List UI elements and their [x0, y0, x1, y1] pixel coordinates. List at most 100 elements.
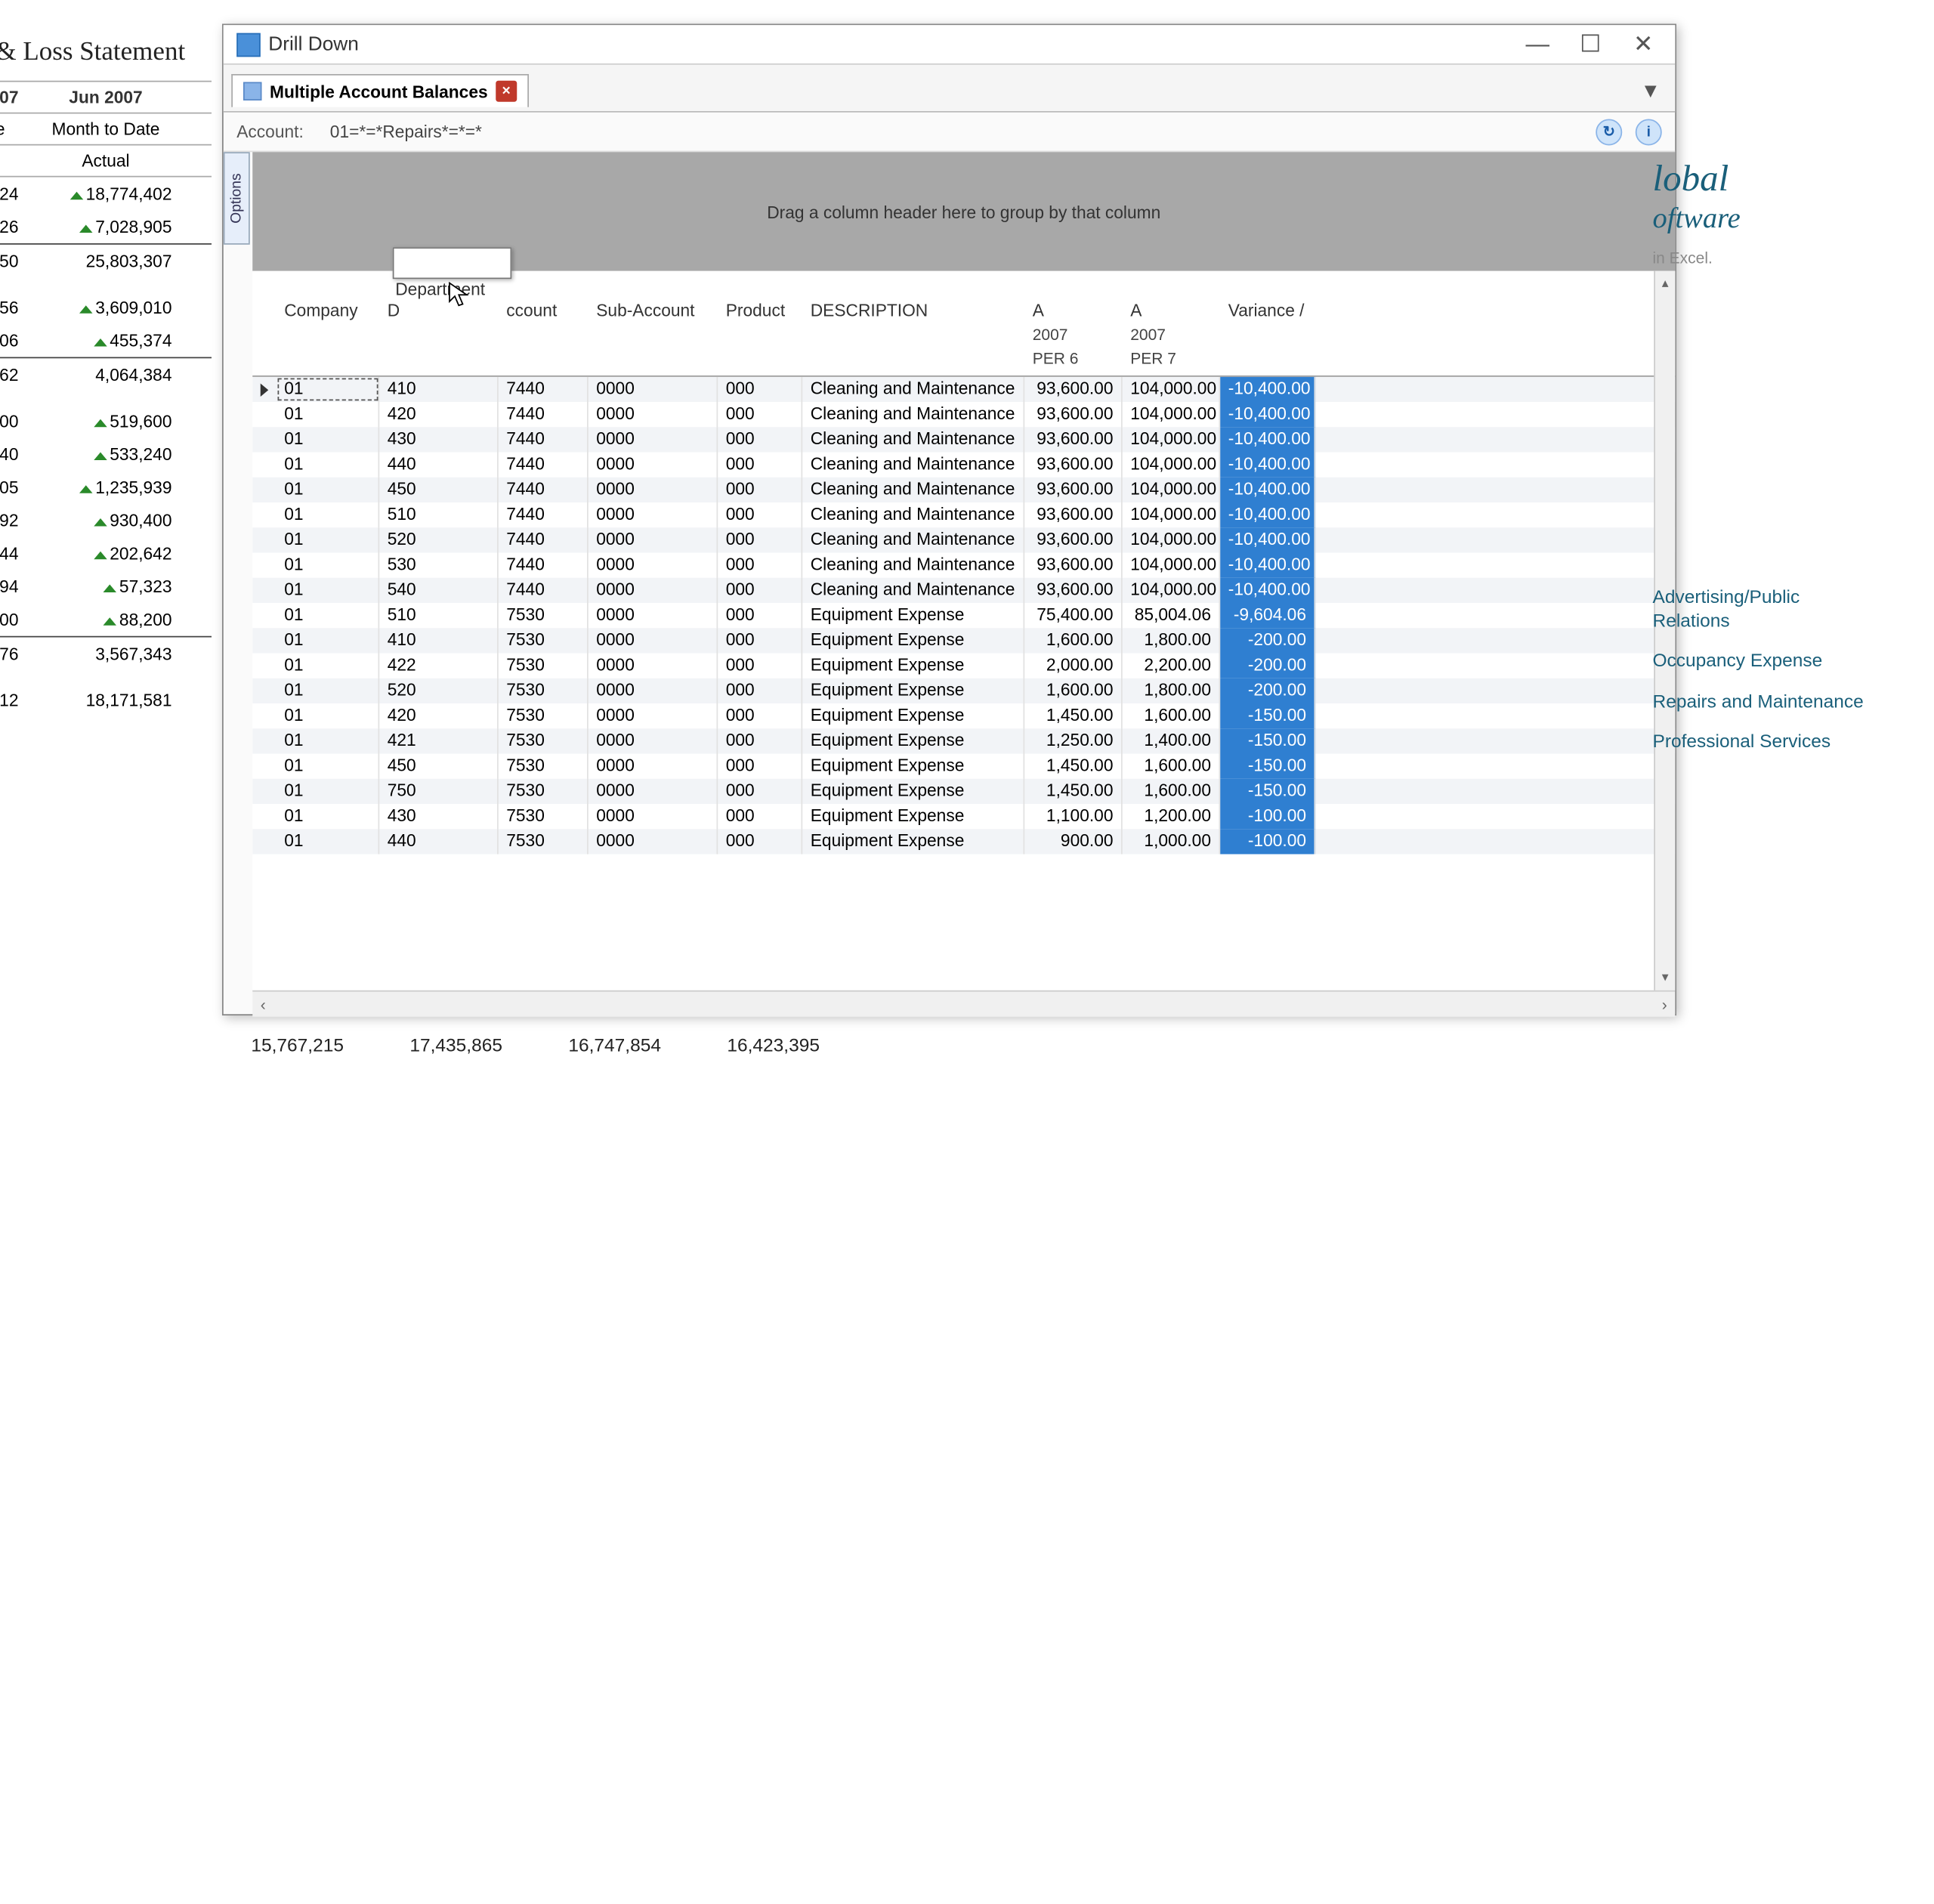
data-grid[interactable]: Company D ccount Sub-Account Product DES… [252, 271, 1675, 991]
table-row[interactable]: 0144074400000000Cleaning and Maintenance… [252, 453, 1675, 478]
col-product[interactable]: Product [718, 271, 802, 376]
table-row[interactable]: 0154074400000000Cleaning and Maintenance… [252, 578, 1675, 603]
cell-p: 000 [718, 678, 802, 703]
close-button[interactable]: ✕ [1617, 27, 1670, 62]
table-row[interactable]: 0141075300000000Equipment Expense1,600.0… [252, 628, 1675, 653]
table-row[interactable]: 0151075300000000Equipment Expense75,400.… [252, 603, 1675, 628]
cell-p6: 93,600.00 [1024, 478, 1123, 502]
cell-a: 7440 [499, 527, 589, 552]
pl-sub-b: Month to Date [26, 114, 185, 144]
col-sub-account[interactable]: Sub-Account [589, 271, 718, 376]
cell-p7: 104,000.00 [1123, 402, 1221, 427]
cell-co: 01 [277, 377, 380, 402]
cell-a: 7530 [499, 628, 589, 653]
table-row[interactable]: 0145074400000000Cleaning and Maintenance… [252, 478, 1675, 502]
dragging-column-chip[interactable] [393, 247, 512, 279]
cell-a: 7530 [499, 779, 589, 804]
table-row[interactable]: 0141074400000000Cleaning and Maintenance… [252, 377, 1675, 402]
info-icon[interactable]: i [1636, 119, 1662, 145]
tab-multiple-account-balances[interactable]: Multiple Account Balances × [231, 74, 529, 107]
table-row[interactable]: 0142175300000000Equipment Expense1,250.0… [252, 728, 1675, 753]
cell-co: 01 [277, 754, 380, 779]
maximize-button[interactable]: ☐ [1564, 27, 1617, 62]
cell-desc: Equipment Expense [802, 804, 1024, 829]
table-row[interactable]: 0144075300000000Equipment Expense900.001… [252, 829, 1675, 854]
col-per6[interactable]: A 2007 PER 6 [1024, 271, 1123, 376]
table-row[interactable]: 0145075300000000Equipment Expense1,450.0… [252, 754, 1675, 779]
table-row[interactable]: 0143074400000000Cleaning and Maintenance… [252, 427, 1675, 452]
cell-desc: Equipment Expense [802, 678, 1024, 703]
scroll-down-icon[interactable]: ▾ [1662, 971, 1669, 985]
cell-desc: Cleaning and Maintenance [802, 578, 1024, 603]
window-titlebar[interactable]: Drill Down — ☐ ✕ [224, 25, 1676, 65]
cell-p6: 93,600.00 [1024, 502, 1123, 527]
col-per7[interactable]: A 2007 PER 7 [1123, 271, 1221, 376]
scroll-up-icon[interactable]: ▴ [1662, 277, 1669, 291]
col-variance[interactable]: Variance / [1220, 271, 1315, 376]
category-item: Advertising/Public Relations [1653, 585, 1864, 633]
cell-p7: 1,600.00 [1123, 703, 1221, 728]
cell-desc: Cleaning and Maintenance [802, 402, 1024, 427]
account-value: 01=*=*Repairs*=*=* [330, 122, 482, 141]
pl-sheet: ofit & Loss Statement 07 Jun 2007 Date M… [0, 26, 212, 717]
table-row[interactable]: 0152074400000000Cleaning and Maintenance… [252, 527, 1675, 552]
cell-p6: 2,000.00 [1024, 654, 1123, 678]
options-panel-toggle[interactable]: Options [224, 152, 250, 245]
cell-v: -150.00 [1220, 779, 1315, 804]
bottom-value: 16,423,395 [675, 1029, 833, 1061]
pl-row: 1,12418,774,402 [0, 178, 212, 211]
tab-label: Multiple Account Balances [270, 82, 488, 101]
cell-p7: 1,200.00 [1123, 804, 1221, 829]
cell-co: 01 [277, 502, 380, 527]
scroll-right-icon[interactable]: › [1662, 995, 1667, 1014]
cell-p7: 104,000.00 [1123, 427, 1221, 452]
cell-co: 01 [277, 703, 380, 728]
pl-row: 2,45025,803,307 [0, 243, 212, 278]
right-logo-fragment: lobal oftware in Excel. [1653, 159, 1864, 267]
table-row[interactable]: 0142075300000000Equipment Expense1,450.0… [252, 703, 1675, 728]
minimize-button[interactable]: — [1511, 27, 1564, 62]
table-row[interactable]: 0142074400000000Cleaning and Maintenance… [252, 402, 1675, 427]
cell-co: 01 [277, 478, 380, 502]
table-row[interactable]: 0175075300000000Equipment Expense1,450.0… [252, 779, 1675, 804]
cell-d: 410 [379, 377, 499, 402]
cell-p: 000 [718, 728, 802, 753]
pl-hdr-year: 07 [0, 82, 26, 113]
cell-v: -10,400.00 [1220, 478, 1315, 502]
cell-a: 7440 [499, 427, 589, 452]
table-row[interactable]: 0142275300000000Equipment Expense2,000.0… [252, 654, 1675, 678]
cell-s: 0000 [589, 654, 718, 678]
horizontal-scrollbar[interactable]: ‹ › [252, 991, 1675, 1017]
cell-p7: 1,400.00 [1123, 728, 1221, 753]
cell-v: -200.00 [1220, 678, 1315, 703]
cell-desc: Cleaning and Maintenance [802, 427, 1024, 452]
table-row[interactable]: 0152075300000000Equipment Expense1,600.0… [252, 678, 1675, 703]
cell-s: 0000 [589, 804, 718, 829]
cell-desc: Cleaning and Maintenance [802, 527, 1024, 552]
cell-co: 01 [277, 453, 380, 478]
pl-row: 6,9763,567,343 [0, 636, 212, 671]
pl-row: 2,79457,323 [0, 570, 212, 603]
tab-dropdown-icon[interactable]: ▾ [1634, 77, 1667, 105]
cell-d: 440 [379, 829, 499, 854]
pl-sub-c: l [0, 146, 26, 176]
table-row[interactable]: 0151074400000000Cleaning and Maintenance… [252, 502, 1675, 527]
cell-a: 7530 [499, 603, 589, 628]
cell-p: 000 [718, 703, 802, 728]
refresh-icon[interactable]: ↻ [1596, 119, 1622, 145]
col-account[interactable]: ccount [499, 271, 589, 376]
pl-title: ofit & Loss Statement [0, 26, 212, 81]
account-label: Account: [236, 122, 304, 141]
cell-p: 000 [718, 654, 802, 678]
cell-v: -9,604.06 [1220, 603, 1315, 628]
cell-p: 000 [718, 478, 802, 502]
col-company[interactable]: Company [277, 271, 380, 376]
cell-co: 01 [277, 678, 380, 703]
cell-p6: 93,600.00 [1024, 578, 1123, 603]
table-row[interactable]: 0143075300000000Equipment Expense1,100.0… [252, 804, 1675, 829]
col-description[interactable]: DESCRIPTION [802, 271, 1024, 376]
cell-p6: 1,450.00 [1024, 703, 1123, 728]
tab-close-icon[interactable]: × [496, 81, 517, 102]
scroll-left-icon[interactable]: ‹ [261, 995, 266, 1014]
table-row[interactable]: 0153074400000000Cleaning and Maintenance… [252, 553, 1675, 578]
